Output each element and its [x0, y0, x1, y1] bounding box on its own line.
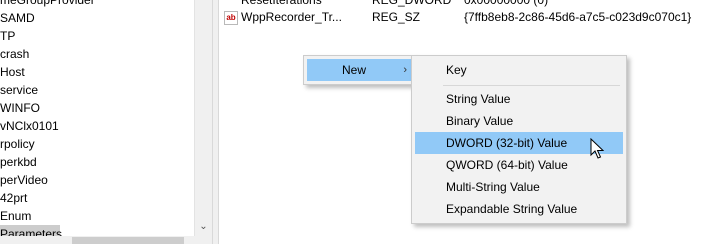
value-data: {7ffb8eb8-2c86-45d6-a7c5-c023d9c070c1}: [464, 10, 692, 24]
tree-item[interactable]: SAMD: [0, 9, 35, 27]
menu-item-label: Expandable String Value: [446, 202, 578, 216]
tree-item[interactable]: crash: [0, 45, 29, 63]
tree-item[interactable]: 42prt: [0, 189, 27, 207]
menu-item-label: DWORD (32-bit) Value: [446, 136, 568, 150]
tree-item[interactable]: service: [0, 81, 38, 99]
menu-item-key-label: Key: [446, 63, 467, 77]
menu-item-label: Multi-String Value: [446, 180, 540, 194]
menu-item-label: Binary Value: [446, 114, 514, 128]
registry-tree-pane[interactable]: meGroupProvider SAMD TP crash Host servi…: [0, 0, 212, 244]
tree-horizontal-scrollbar[interactable]: [0, 236, 212, 244]
menu-item-expandable-string-value[interactable]: Expandable String Value: [415, 198, 623, 220]
menu-item-binary-value[interactable]: Binary Value: [415, 110, 623, 132]
value-name: WppRecorder_Tr...: [241, 10, 342, 24]
menu-item-label: QWORD (64-bit) Value: [446, 158, 568, 172]
menu-item-label: String Value: [446, 92, 511, 106]
tree-item[interactable]: meGroupProvider: [0, 0, 95, 9]
mouse-cursor-icon: [590, 138, 604, 159]
value-type: REG_SZ: [372, 10, 421, 24]
tree-item[interactable]: Enum: [0, 207, 31, 225]
horizontal-scroll-thumb[interactable]: [72, 237, 184, 244]
tree-vertical-scrollbar[interactable]: ⌄: [194, 0, 212, 236]
tree-item[interactable]: Host: [0, 63, 25, 81]
menu-item-string-value[interactable]: String Value: [415, 88, 623, 110]
scroll-down-arrow-icon[interactable]: ⌄: [195, 220, 212, 234]
value-row[interactable]: ab WppRecorder_Tr... REG_SZ {7ffb8eb8-2c…: [218, 8, 718, 26]
menu-item-key[interactable]: Key: [415, 59, 623, 81]
tree-item[interactable]: rpolicy: [0, 135, 35, 153]
menu-item-new[interactable]: New ›: [307, 59, 413, 81]
tree-item[interactable]: perVideo: [0, 171, 48, 189]
menu-item-multi-string-value[interactable]: Multi-String Value: [415, 176, 623, 198]
menu-separator: [443, 85, 620, 86]
chevron-right-icon: ›: [403, 64, 407, 76]
context-menu: New ›: [303, 55, 417, 85]
tree-item[interactable]: TP: [0, 27, 15, 45]
tree-item[interactable]: perkbd: [0, 153, 37, 171]
menu-item-new-label: New: [342, 63, 367, 77]
tree-item[interactable]: vNClx0101: [0, 117, 59, 135]
string-value-icon: ab: [224, 11, 238, 25]
tree-item[interactable]: WINFO: [0, 99, 40, 117]
